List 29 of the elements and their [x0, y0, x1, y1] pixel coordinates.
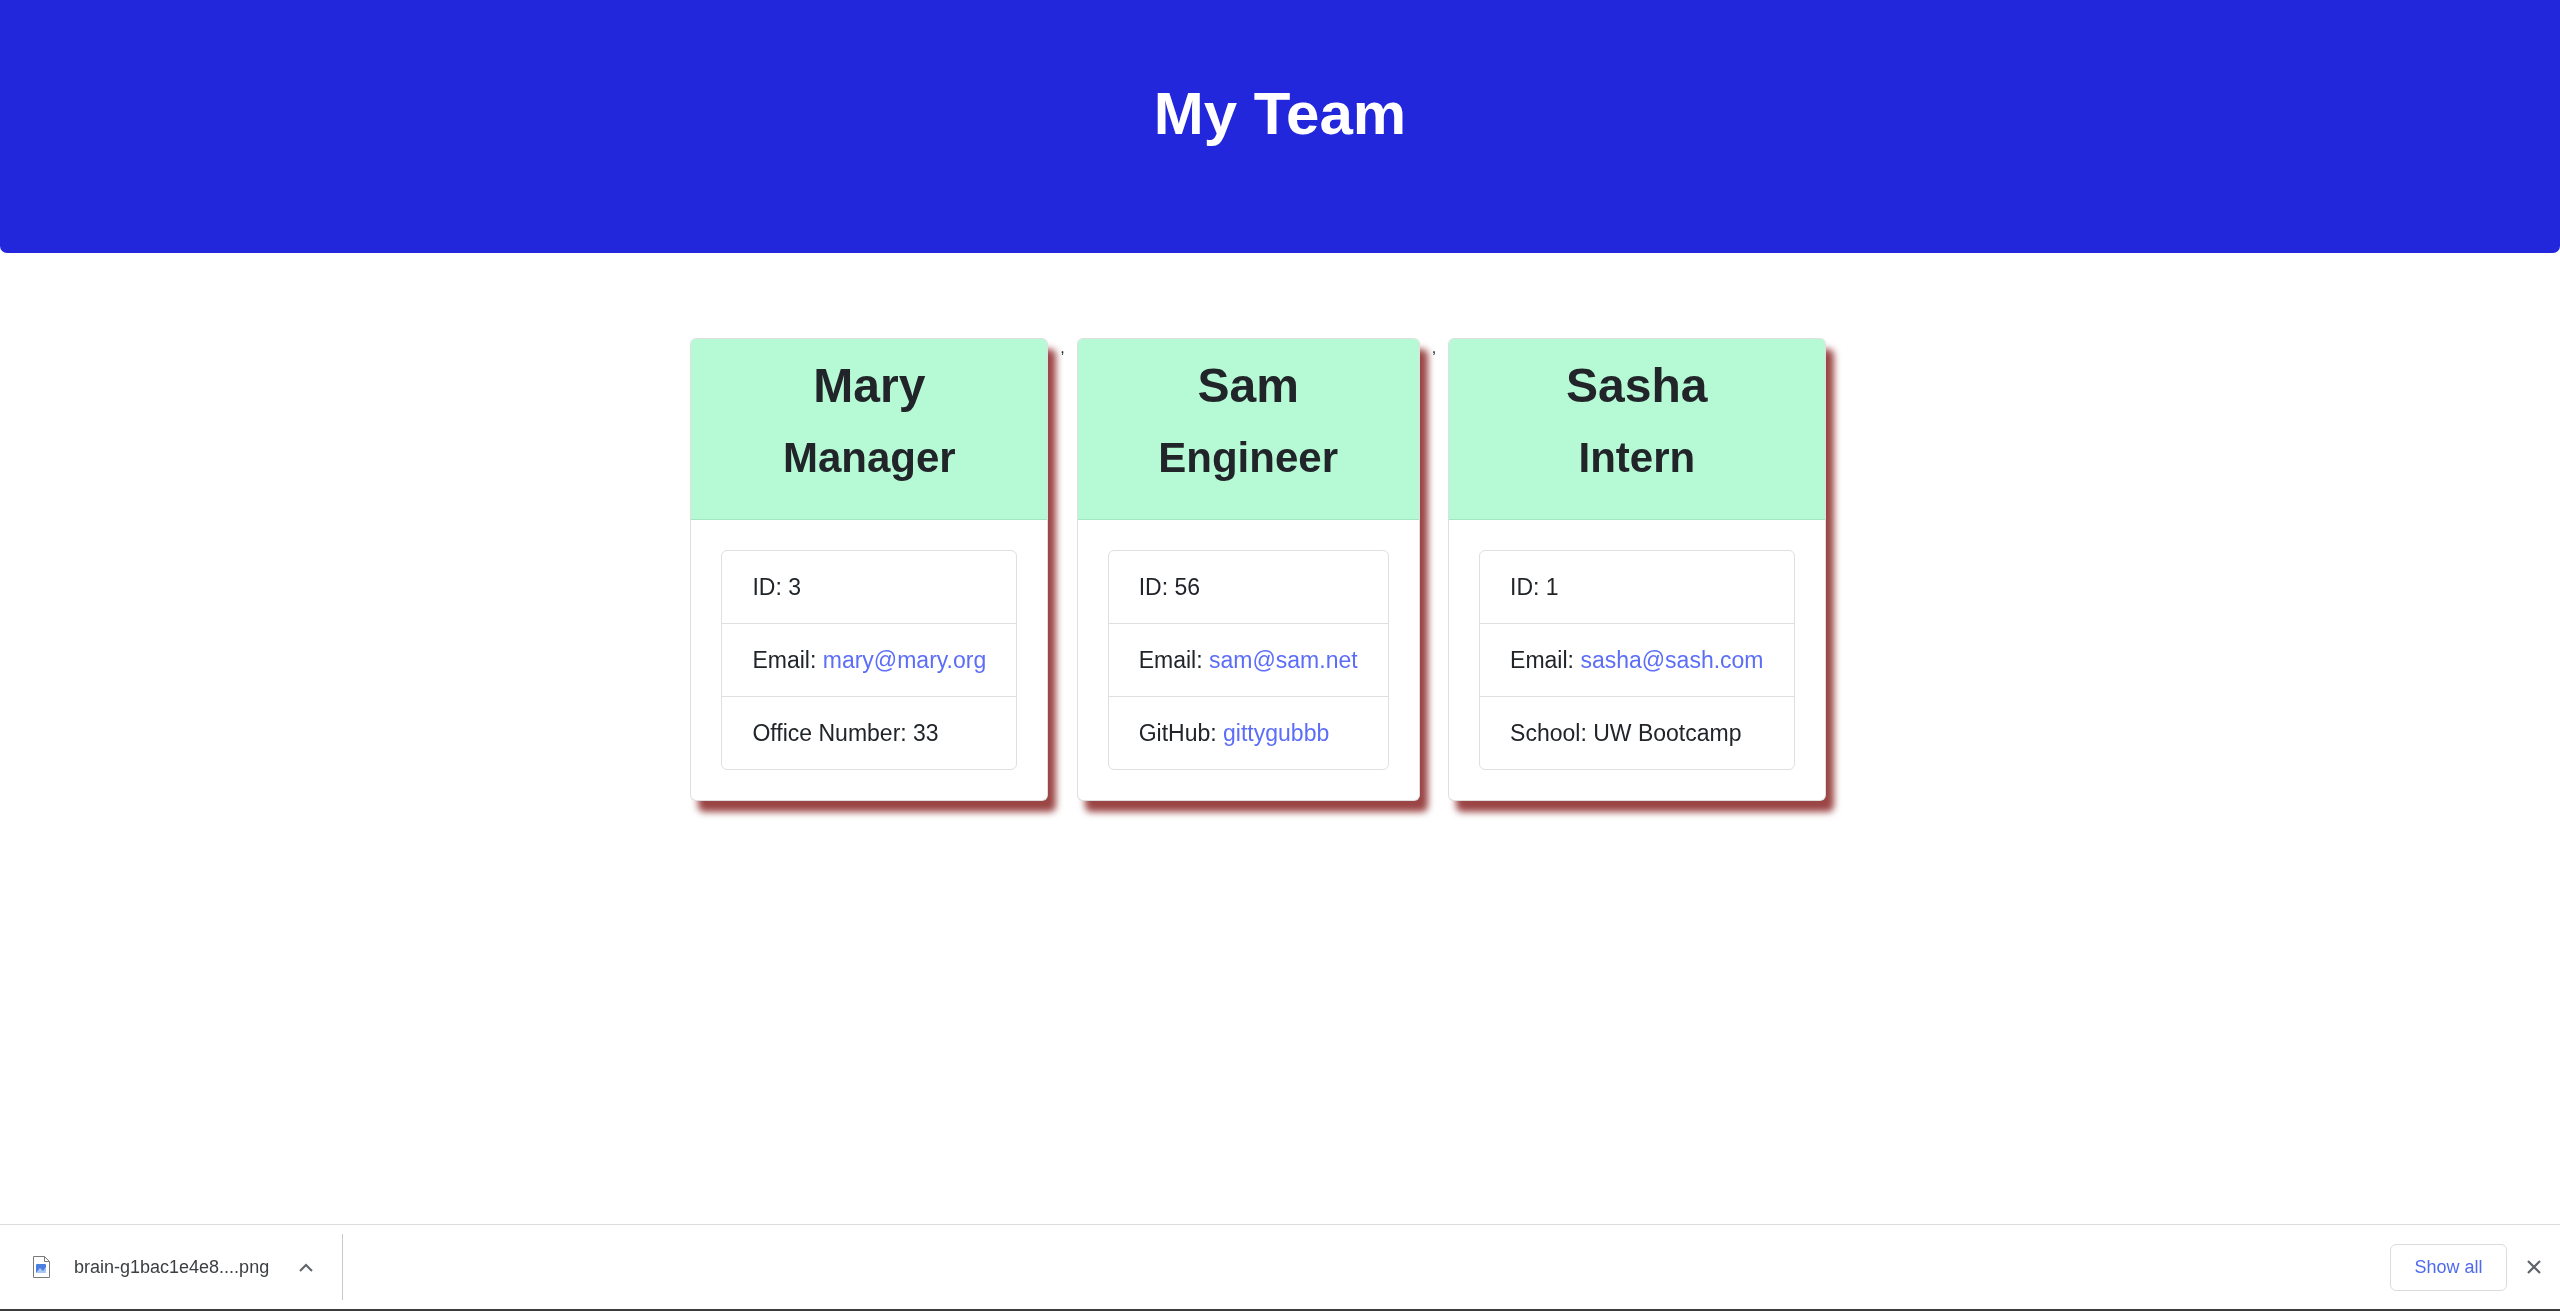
email-link[interactable]: mary@mary.org — [822, 647, 987, 673]
detail-text: ID: 3 — [752, 574, 802, 600]
employee-role: Intern — [1577, 433, 1697, 483]
email-link[interactable]: sasha@sash.com — [1580, 647, 1764, 673]
caret-icon — [299, 1262, 314, 1272]
download-options-button[interactable] — [299, 1262, 314, 1272]
download-item[interactable]: brain-g1bac1e4e8....png — [33, 1256, 270, 1278]
detail-text: ID: 1 — [1510, 574, 1559, 600]
email-link[interactable]: sam@sam.net — [1209, 647, 1358, 673]
employee-role: Engineer — [1157, 433, 1339, 483]
employee-name: Mary — [812, 358, 927, 414]
detail-text: Email: sasha@sash.com — [1510, 647, 1764, 673]
separator-comma: , — [1060, 340, 1065, 356]
detail-text: ID: 56 — [1138, 574, 1201, 600]
show-all-button[interactable]: Show all — [2390, 1243, 2507, 1291]
image-file-icon — [33, 1256, 50, 1278]
employee-role: Manager — [782, 433, 957, 483]
close-icon — [2527, 1260, 2541, 1274]
close-button[interactable] — [2527, 1260, 2541, 1274]
separator-comma: , — [1431, 340, 1437, 356]
employee-name: Sasha — [1565, 358, 1709, 414]
employee-name: Sam — [1196, 358, 1300, 414]
page-title: My Team — [1152, 79, 1408, 149]
detail-text: GitHub: gittygubbb — [1138, 720, 1330, 746]
detail-text: Office Number: 33 — [752, 720, 939, 746]
detail-text: School: UW Bootcamp — [1510, 720, 1742, 746]
detail-text: Email: mary@mary.org — [752, 647, 987, 673]
detail-text: Email: sam@sam.net — [1138, 647, 1358, 673]
github-link[interactable]: gittygubbb — [1223, 720, 1330, 746]
